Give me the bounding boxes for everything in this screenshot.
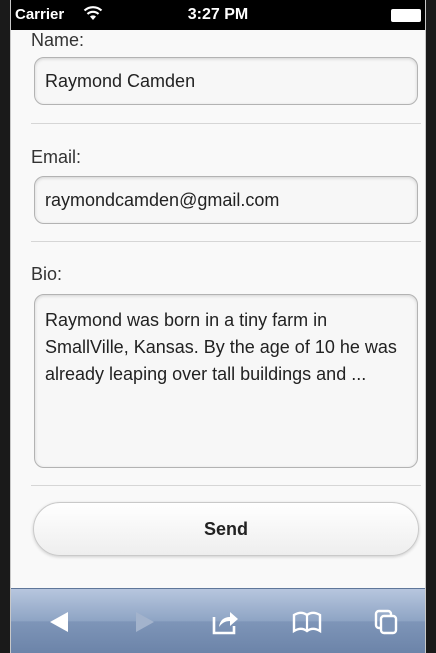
battery-icon [391, 9, 421, 22]
email-input[interactable]: raymondcamden@gmail.com [34, 176, 418, 224]
bookmarks-icon[interactable] [291, 607, 323, 637]
bio-textarea[interactable]: Raymond was born in a tiny farm in Small… [34, 294, 418, 468]
divider [31, 123, 421, 124]
bio-label: Bio: [31, 264, 63, 284]
browser-toolbar [11, 588, 425, 653]
share-icon[interactable] [209, 607, 241, 637]
clock: 3:27 PM [187, 6, 249, 23]
send-button[interactable]: Send [33, 502, 419, 556]
divider [31, 485, 421, 486]
email-label: Email: [31, 147, 82, 167]
name-label: Name: [31, 30, 85, 50]
forward-icon[interactable] [128, 607, 160, 637]
divider [31, 241, 421, 242]
tabs-icon[interactable] [370, 607, 402, 637]
form-content: Name: Raymond Camden Email: raymondcamde… [11, 30, 425, 588]
status-bar: Carrier 3:27 PM [11, 0, 425, 30]
name-input[interactable]: Raymond Camden [34, 57, 418, 105]
back-icon[interactable] [44, 607, 76, 637]
phone-screen: Carrier 3:27 PM Name: Raymond Camden Ema… [10, 0, 426, 653]
